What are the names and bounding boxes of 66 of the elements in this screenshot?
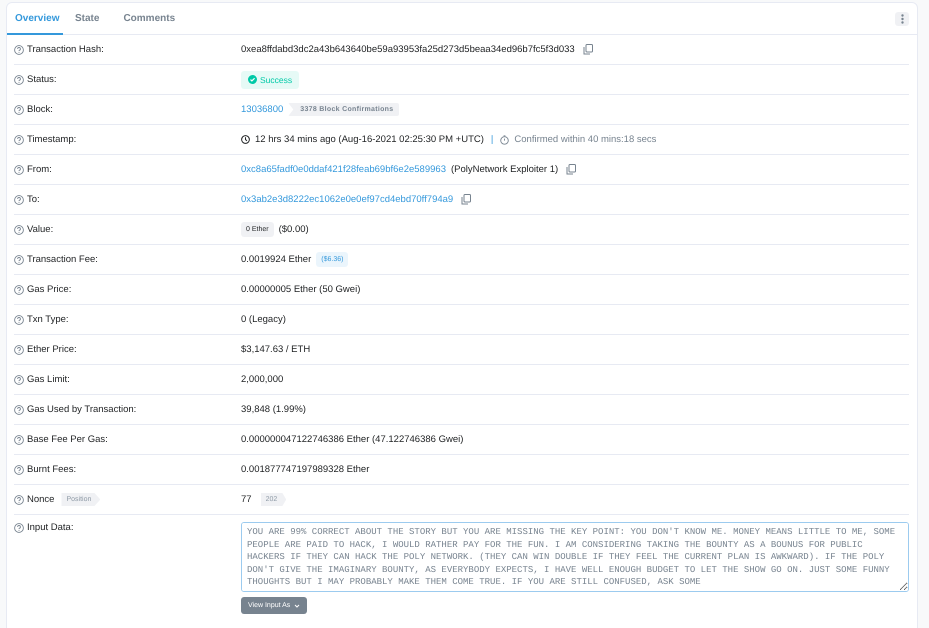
- tab[interactable]: State: [63, 3, 112, 35]
- vertical-dots-icon: [900, 14, 904, 24]
- help-icon[interactable]: [14, 104, 24, 114]
- stopwatch-icon: [500, 134, 510, 144]
- help-icon[interactable]: [14, 434, 24, 444]
- usd-value: ($0.00): [278, 224, 309, 235]
- help-icon[interactable]: [14, 404, 24, 414]
- field-value: 2,000,000: [241, 374, 284, 385]
- field-label: Ether Price:: [27, 344, 77, 355]
- tab[interactable]: Comments: [111, 3, 188, 35]
- address-link[interactable]: 0xc8a65fadf0e0ddaf421f28feab69bf6e2e589963: [241, 164, 446, 175]
- field-value: 39,848 (1.99%): [241, 404, 306, 415]
- field-label: From:: [27, 164, 52, 175]
- field-value: 0.000000047122746386 Ether (47.122746386 Gwei): [241, 434, 464, 445]
- field-value: $3,147.63 / ETH: [241, 344, 310, 355]
- field-label: Gas Used by Transaction:: [27, 404, 136, 415]
- address-name: (PolyNetwork Exploiter 1): [450, 164, 558, 175]
- tab[interactable]: Overview: [7, 3, 63, 35]
- field-label: Nonce: [27, 494, 54, 505]
- transaction-hash: 0xea8ffdabd3dc2a43b643640be59a93953fa25d273d5beaa34ed96b7fc5f3d033: [241, 44, 575, 55]
- help-icon[interactable]: [14, 254, 24, 264]
- copy-icon[interactable]: [566, 164, 576, 175]
- field-label: Timestamp:: [27, 134, 76, 145]
- help-icon[interactable]: [14, 464, 24, 474]
- field-label: Base Fee Per Gas:: [27, 434, 108, 445]
- timestamp-text: 12 hrs 34 mins ago (Aug-16-2021 02:25:30 PM +UTC): [255, 134, 484, 145]
- help-icon[interactable]: [14, 344, 24, 354]
- confirmation-time: Confirmed within 40 mins:18 secs: [514, 134, 656, 145]
- block-link[interactable]: 13036800: [241, 104, 284, 115]
- copy-icon[interactable]: [582, 44, 593, 55]
- input-data-field[interactable]: YOU ARE 99% CORRECT ABOUT THE STORY BUT YOU ARE MISSING THE KEY POINT: YOU DON'T KNOW ME. MONEY MEANS LITTLE TO ME, SOME PEOPLE ARE PAID TO HACK, I WOULD RATHER PAY FOR THE FUN. I AM CONSIDERING TAKING THE BOUNTY AS A BOUNUS FOR PUBLIC HACKERS IF THEY CAN HACK THE POLY NETWORK. (THEY CAN WIN DOUBLE IF THEY FEEL THE CURRENT PLAN IS AWKWARD). IF THE POLY DON'T GIVE THE IMAGINARY BOUNTY, AS EVERYBODY EXPECTS, I HAVE WELL ENOUGH BUDGET TO LET THE SHOW GO ON. JUST SOME FUNNY THOUGHTS BUT I MAY PROBABLY MAKE THEM COME TRUE. IF YOU ARE STILL CONFUSED, ASK SOME: [241, 522, 909, 592]
- field-label: Status:: [27, 74, 57, 85]
- copy-icon[interactable]: [461, 194, 472, 205]
- field-value: 0 (Legacy): [241, 314, 286, 325]
- field-label: Burnt Fees:: [27, 464, 76, 475]
- field-label: Gas Price:: [27, 284, 72, 295]
- help-icon[interactable]: [14, 224, 24, 234]
- help-icon[interactable]: [14, 134, 24, 144]
- help-icon[interactable]: [14, 374, 24, 384]
- address-link[interactable]: 0x3ab2e3d8222ec1062e0e0ef97cd4ebd70ff794a9: [241, 194, 454, 205]
- field-label: Input Data:: [27, 522, 74, 533]
- separator: |: [490, 134, 494, 145]
- field-value: 0.00000005 Ether (50 Gwei): [241, 284, 360, 295]
- field-label: Gas Limit:: [27, 374, 70, 385]
- nonce-value: 77: [241, 494, 252, 505]
- field-label: Txn Type:: [27, 314, 69, 325]
- field-label: Value:: [27, 224, 54, 235]
- help-icon[interactable]: [14, 44, 24, 54]
- help-icon[interactable]: [14, 314, 24, 324]
- help-icon[interactable]: [14, 522, 24, 532]
- chevron-down-icon: [294, 604, 300, 608]
- field-label: Block:: [27, 104, 53, 115]
- fee-amount: 0.0019924 Ether: [241, 254, 312, 265]
- clock-icon: [241, 135, 250, 144]
- field-value: 0.001877747197989328 Ether: [241, 464, 370, 475]
- field-label: Transaction Fee:: [27, 254, 98, 265]
- more-options-button[interactable]: [895, 12, 909, 26]
- status-text: Success: [260, 74, 292, 84]
- help-icon[interactable]: [14, 494, 24, 504]
- help-icon[interactable]: [14, 164, 24, 174]
- help-icon[interactable]: [14, 284, 24, 294]
- field-label: Transaction Hash:: [27, 44, 104, 55]
- check-circle-icon: [248, 75, 257, 84]
- help-icon[interactable]: [14, 74, 24, 84]
- help-icon[interactable]: [14, 194, 24, 204]
- field-label: To:: [27, 194, 40, 205]
